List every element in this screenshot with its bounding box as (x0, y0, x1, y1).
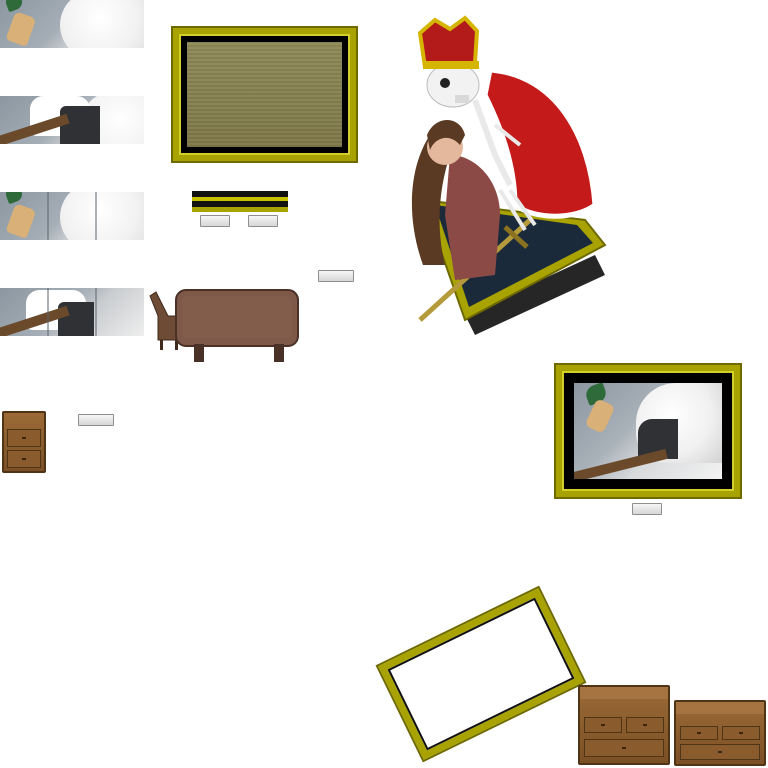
painting-tile-split-3 (0, 192, 144, 240)
small-button-3[interactable] (318, 270, 354, 282)
dresser-left (578, 685, 670, 765)
frame-large-empty (173, 28, 356, 161)
painting-tile-leaf-hand (0, 0, 144, 48)
blank-button-1[interactable] (200, 215, 230, 227)
dresser-right (674, 700, 766, 766)
frame-with-painting (556, 365, 740, 497)
small-button-5[interactable] (632, 503, 662, 515)
stripe-swatch (192, 191, 288, 212)
nightstand (2, 411, 46, 473)
blank-button-4[interactable] (78, 414, 114, 426)
frame-tilted (378, 588, 584, 760)
small-button-2[interactable] (248, 215, 278, 227)
dining-table (149, 289, 299, 362)
leaf-icon (3, 0, 25, 13)
painting-tile-split-4 (0, 288, 144, 336)
sprite-sheet: { "sheet": { "width": 768, "height": 768… (0, 0, 768, 768)
painting-tile-sleeve (0, 96, 144, 144)
king-skeleton-scene (411, 15, 607, 335)
